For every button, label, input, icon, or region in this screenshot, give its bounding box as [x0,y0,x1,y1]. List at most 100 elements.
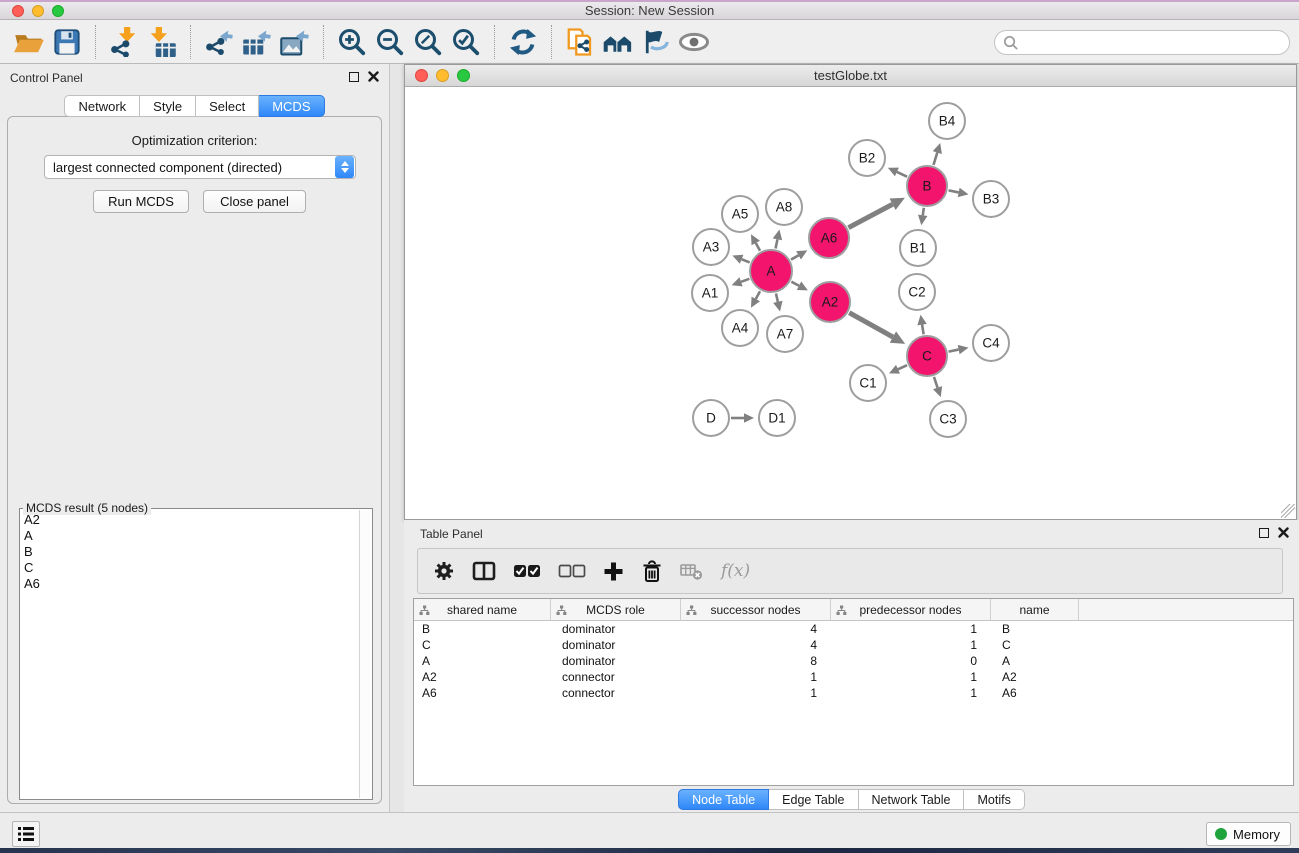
cell-MCDS-role[interactable]: dominator [551,653,681,669]
cell-shared-name[interactable]: A2 [414,669,551,685]
cell-predecessor-nodes[interactable]: 0 [831,653,991,669]
cell-successor-nodes[interactable]: 1 [681,685,831,701]
column-header-shared-name[interactable]: shared name [414,599,551,621]
edge-A2-C[interactable] [849,313,893,337]
edge-A-A3[interactable] [742,259,750,262]
import-network-button[interactable] [105,23,143,61]
open-session-button[interactable] [10,23,48,61]
tab-edge-table[interactable]: Edge Table [769,789,858,810]
cell-MCDS-role[interactable]: connector [551,685,681,701]
export-table-button[interactable] [238,23,276,61]
cell-shared-name[interactable]: A6 [414,685,551,701]
edge-C-C4[interactable] [949,350,959,352]
resize-grip[interactable] [1281,504,1295,518]
edge-A6-B[interactable] [848,204,892,227]
cell-predecessor-nodes[interactable]: 1 [831,685,991,701]
cell-shared-name[interactable]: A [414,653,551,669]
node-table[interactable]: shared nameMCDS rolesuccessor nodesprede… [413,598,1294,786]
mcds-result-item[interactable]: B [21,544,359,560]
delete-rows-button[interactable] [641,560,663,583]
add-row-button[interactable] [603,561,624,582]
float-panel-icon[interactable] [349,72,359,82]
cell-name[interactable]: C [991,637,1079,653]
zoom-out-button[interactable] [371,23,409,61]
edge-A-A4[interactable] [756,291,760,299]
edge-A-A8[interactable] [776,239,778,248]
edge-B-B2[interactable] [897,172,907,177]
show-hide-details-button[interactable] [675,23,713,61]
edge-B-B1[interactable] [923,208,924,216]
edge-C-C2[interactable] [922,325,924,335]
mcds-result-scrollbar[interactable] [359,510,371,798]
edge-B-B4[interactable] [933,153,937,165]
search-input[interactable] [1019,36,1289,50]
edge-A-A5[interactable] [756,243,760,251]
cell-name[interactable]: B [991,621,1079,637]
delete-table-button[interactable] [680,562,704,581]
tab-mcds[interactable]: MCDS [259,95,324,117]
cell-successor-nodes[interactable]: 1 [681,669,831,685]
import-table-button[interactable] [143,23,181,61]
tab-network[interactable]: Network [64,95,140,117]
cell-MCDS-role[interactable]: connector [551,669,681,685]
table-row[interactable]: A6connector11A6 [414,685,1293,701]
mcds-result-item[interactable]: C [21,560,359,576]
cell-name[interactable]: A2 [991,669,1079,685]
show-columns-button[interactable] [472,561,496,581]
table-row[interactable]: Adominator80A [414,653,1293,669]
column-header-name[interactable]: name [991,599,1079,621]
network-canvas[interactable]: AA1A2A3A4A5A6A7A8BB1B2B3B4CC1C2C3C4DD1 [405,87,1296,519]
cell-predecessor-nodes[interactable]: 1 [831,669,991,685]
cell-MCDS-role[interactable]: dominator [551,637,681,653]
edge-C-C1[interactable] [898,365,907,369]
mcds-result-item[interactable]: A2 [21,512,359,528]
table-settings-button[interactable] [433,560,455,582]
deselect-all-button[interactable] [558,564,586,578]
close-panel-icon[interactable] [368,71,379,82]
run-mcds-button[interactable]: Run MCDS [93,190,189,213]
export-image-button[interactable] [276,23,314,61]
table-row[interactable]: Bdominator41B [414,621,1293,637]
float-panel-icon[interactable] [1259,528,1269,538]
edge-A-A7[interactable] [776,293,778,301]
memory-button[interactable]: Memory [1206,822,1291,846]
cell-name[interactable]: A6 [991,685,1079,701]
cell-successor-nodes[interactable]: 4 [681,637,831,653]
zoom-selected-button[interactable] [447,23,485,61]
function-builder-button[interactable]: f(x) [721,561,750,581]
edge-A-A1[interactable] [741,279,749,282]
close-panel-button[interactable]: Close panel [203,190,306,213]
network-window-titlebar[interactable]: testGlobe.txt [405,65,1296,87]
details-flag-button[interactable] [637,23,675,61]
tab-style[interactable]: Style [140,95,196,117]
optimization-criterion-dropdown[interactable]: largest connected component (directed) [44,155,356,179]
cell-MCDS-role[interactable]: dominator [551,621,681,637]
task-history-button[interactable] [12,821,40,847]
home-button[interactable] [599,23,637,61]
main-titlebar[interactable]: Session: New Session [0,2,1299,20]
cell-shared-name[interactable]: B [414,621,551,637]
mcds-result-list[interactable]: A2ABCA6 [21,512,359,798]
tab-network-table[interactable]: Network Table [859,789,965,810]
cell-shared-name[interactable]: C [414,637,551,653]
column-header-predecessor-nodes[interactable]: predecessor nodes [831,599,991,621]
table-row[interactable]: A2connector11A2 [414,669,1293,685]
zoom-in-button[interactable] [333,23,371,61]
search-field[interactable] [994,30,1290,55]
mcds-result-item[interactable]: A6 [21,576,359,592]
export-network-button[interactable] [200,23,238,61]
edge-C-C3[interactable] [934,377,938,388]
save-session-button[interactable] [48,23,86,61]
mcds-result-item[interactable]: A [21,528,359,544]
table-row[interactable]: Cdominator41C [414,637,1293,653]
edge-A-A6[interactable] [791,255,799,259]
tab-node-table[interactable]: Node Table [678,789,769,810]
cell-name[interactable]: A [991,653,1079,669]
tab-motifs[interactable]: Motifs [964,789,1024,810]
cell-successor-nodes[interactable]: 4 [681,621,831,637]
column-header-MCDS-role[interactable]: MCDS role [551,599,681,621]
cell-predecessor-nodes[interactable]: 1 [831,637,991,653]
zoom-fit-button[interactable] [409,23,447,61]
edge-A-A2[interactable] [791,282,799,286]
column-header-successor-nodes[interactable]: successor nodes [681,599,831,621]
